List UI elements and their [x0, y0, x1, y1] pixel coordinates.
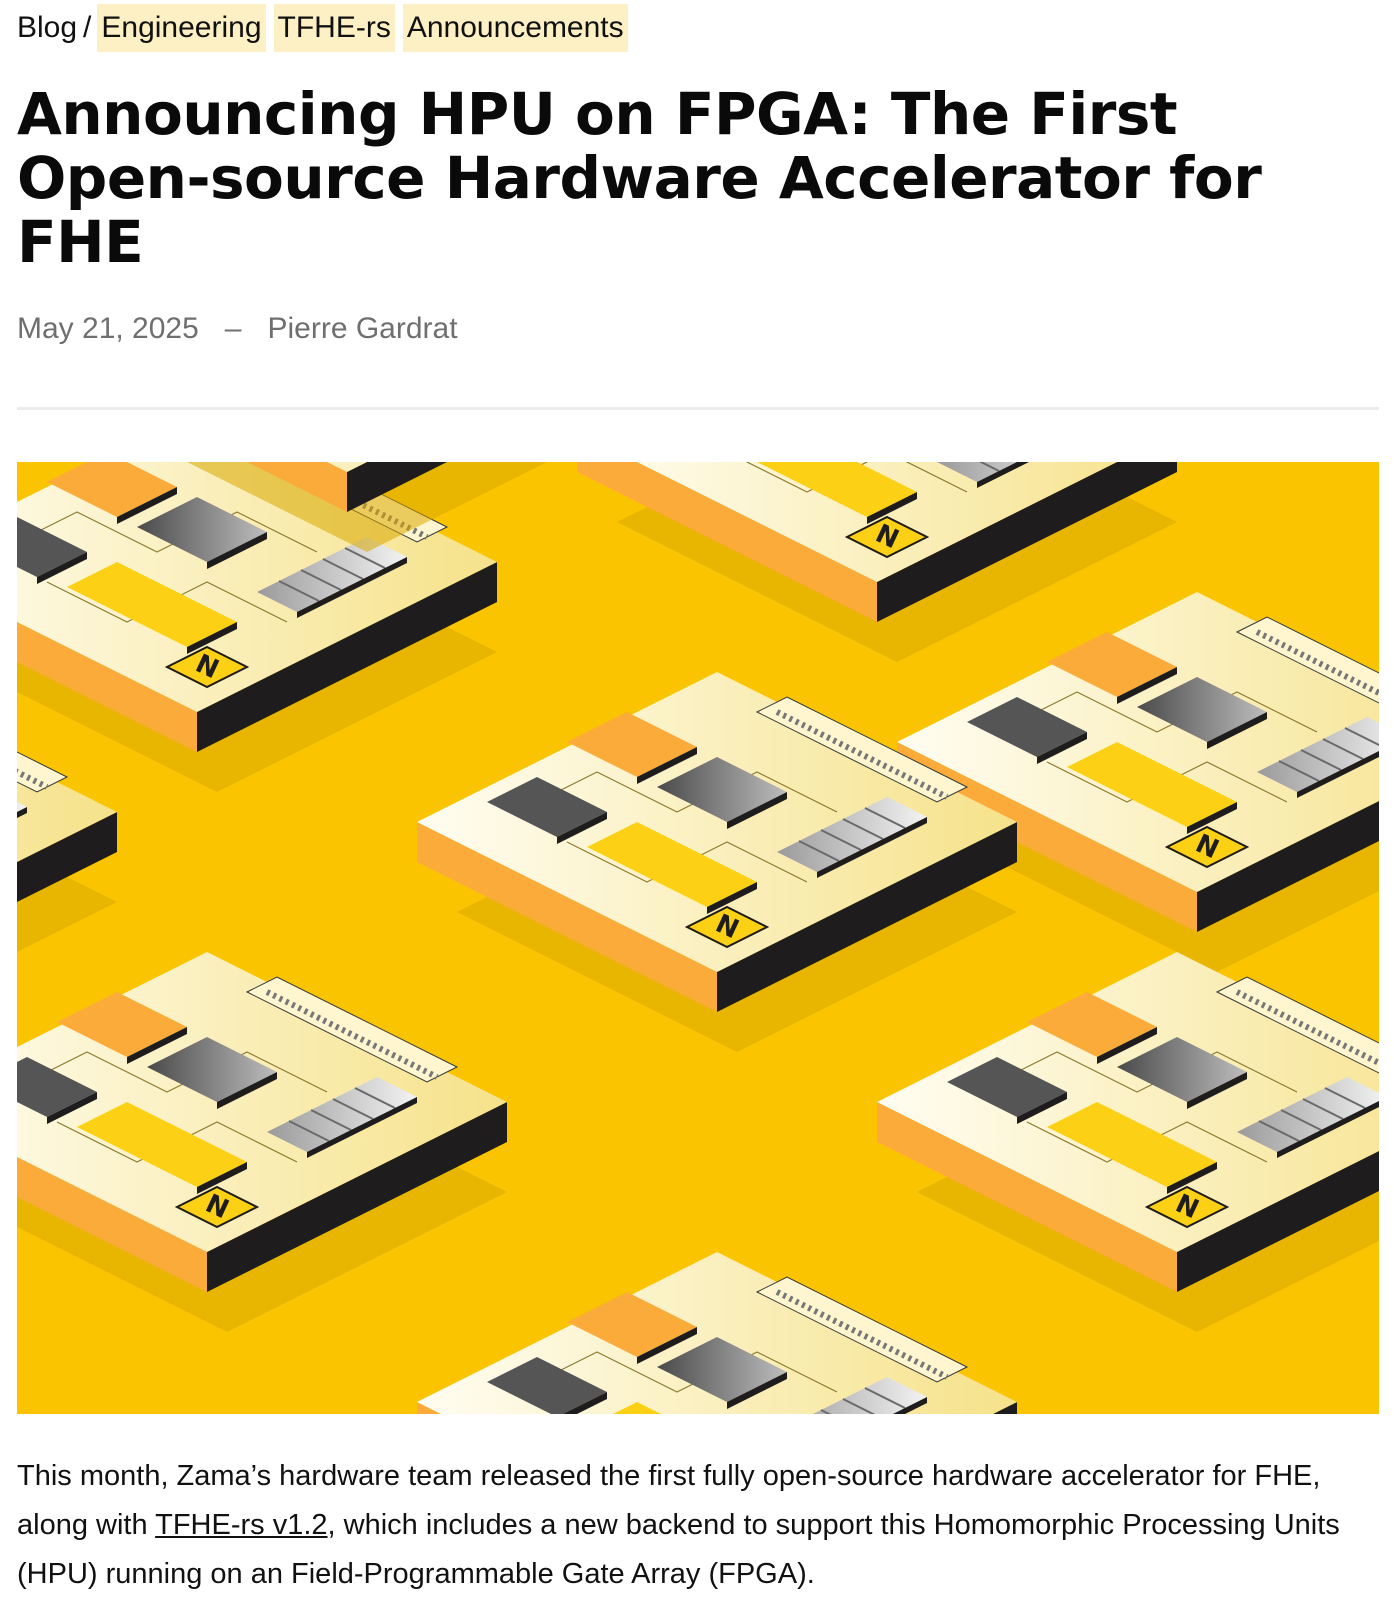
- breadcrumb: Blog / Engineering TFHE-rs Announcements: [17, 4, 636, 52]
- breadcrumb-separator: /: [83, 11, 92, 44]
- author-link[interactable]: Pierre Gardrat: [267, 312, 457, 346]
- divider: [17, 407, 1379, 410]
- article-intro: This month, Zama’s hardware team release…: [17, 1452, 1379, 1599]
- article-title: Announcing HPU on FPGA: The First Open-s…: [17, 80, 1262, 276]
- tag-announcements[interactable]: Announcements: [402, 4, 628, 52]
- breadcrumb-blog-link[interactable]: Blog: [17, 11, 77, 45]
- isometric-chip-illustration: N: [17, 462, 1379, 1414]
- article-meta: May 21, 2025 – Pierre Gardrat: [17, 312, 458, 346]
- publish-date: May 21, 2025: [17, 312, 199, 345]
- tfhe-rs-release-link[interactable]: TFHE-rs v1.2: [155, 1509, 327, 1541]
- article-page: Blog / Engineering TFHE-rs Announcements…: [0, 0, 1394, 1600]
- hero-image: N: [17, 462, 1379, 1414]
- meta-separator: –: [224, 312, 242, 345]
- tag-tfhe-rs[interactable]: TFHE-rs: [273, 4, 395, 52]
- tag-engineering[interactable]: Engineering: [97, 4, 266, 52]
